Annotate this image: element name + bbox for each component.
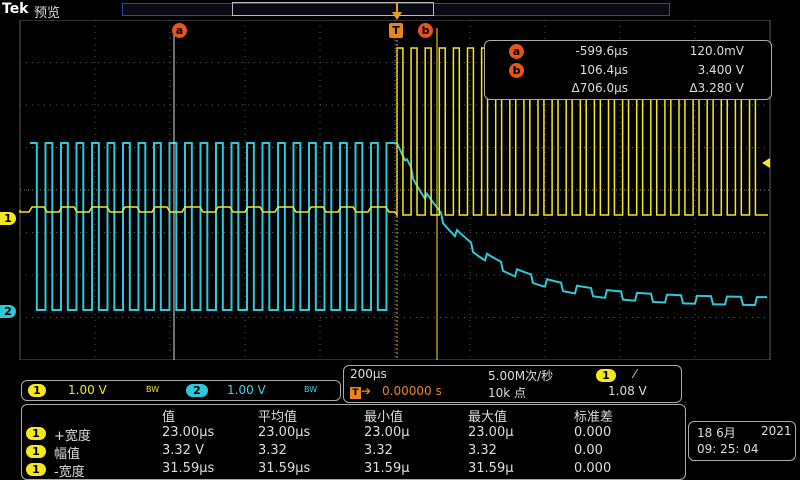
trigger-level[interactable]: 1.08 V [608, 384, 647, 398]
meas-row-1-stddev: 0.000 [574, 425, 612, 440]
channel-2-scale[interactable]: 1.00 V [227, 383, 266, 397]
channel-1-ground-marker[interactable]: 1 [0, 212, 16, 225]
horizontal-scale[interactable]: 200µs [350, 367, 387, 381]
cursor-a-level: 120.0mV [689, 44, 744, 58]
cursor-a-badge[interactable]: a [172, 23, 187, 38]
meas-row-2-value: 3.32 V [162, 443, 204, 458]
meas-row-3-min: 31.59µ [364, 461, 410, 476]
meas-row-2-stddev: 0.00 [574, 443, 603, 458]
trigger-marker-badge: T [389, 23, 403, 38]
trigger-source-badge[interactable]: 1 [596, 369, 616, 382]
trigger-position[interactable]: 0.00000 s [382, 384, 442, 398]
cursor-delta-level: Δ3.280 V [689, 81, 744, 95]
year: 2021 [761, 424, 792, 438]
channel-1-bw-limit: BW [146, 385, 160, 394]
meas-row-2-max: 3.32 [468, 443, 497, 458]
meas-row-2-name[interactable]: 幅值 [54, 443, 80, 462]
meas-row-3-stddev: 0.000 [574, 461, 612, 476]
datetime-panel[interactable]: 18 6月 2021 09: 25: 04 [688, 421, 796, 461]
brand-logo: Tek [2, 1, 29, 17]
acquisition-mode: 预览 [34, 6, 61, 21]
meas-header-min: 最小值 [364, 410, 404, 425]
meas-row-3-max: 31.59µ [468, 461, 514, 476]
meas-row-1-max: 23.00µ [468, 425, 514, 440]
channel-1-scale[interactable]: 1.00 V [68, 383, 107, 397]
cursor-a-time: -599.6µs [575, 44, 628, 58]
date: 18 6月 [697, 426, 736, 440]
meas-row-2-channel: 1 [26, 445, 46, 458]
sample-rate: 5.00M次/秒 [488, 369, 554, 383]
meas-row-3-channel: 1 [26, 463, 46, 476]
cursor-delta-time: Δ706.0µs [571, 81, 628, 95]
channel-2-ground-marker[interactable]: 2 [0, 305, 16, 318]
cursor-b-readout-badge: b [509, 63, 524, 78]
channel-1-badge[interactable]: 1 [28, 384, 46, 397]
meas-header-mean: 平均值 [258, 410, 298, 425]
channel-scale-bar[interactable]: 1 1.00 V BW 2 1.00 V BW [21, 380, 341, 401]
meas-row-2-min: 3.32 [364, 443, 393, 458]
cursor-readout: a -599.6µs 120.0mV b 106.4µs 3.400 V Δ70… [484, 40, 772, 100]
record-length: 10k 点 [488, 386, 527, 400]
meas-header-max: 最大值 [468, 410, 508, 425]
meas-row-1-channel: 1 [26, 427, 46, 440]
meas-row-3-mean: 31.59µs [258, 461, 311, 476]
meas-row-1-mean: 23.00µs [258, 425, 311, 440]
meas-header-stddev: 标准差 [574, 410, 614, 425]
meas-row-3-name[interactable]: -宽度 [54, 461, 85, 480]
timebase-panel[interactable]: 200µs 5.00M次/秒 1 ⁄ T ➔ 0.00000 s 10k 点 1.… [343, 365, 682, 403]
channel-2-badge[interactable]: 2 [186, 384, 208, 397]
meas-row-3-value: 31.59µs [162, 461, 215, 476]
cursor-b-badge[interactable]: b [418, 23, 433, 38]
trigger-marker-arrow [390, 2, 404, 22]
cursor-b-level: 3.400 V [697, 63, 744, 77]
meas-row-2-mean: 3.32 [258, 443, 287, 458]
measurement-panel[interactable]: 值 平均值 最小值 最大值 标准差 1 +宽度 23.00µs 23.00µs … [21, 404, 686, 480]
meas-row-1-min: 23.00µ [364, 425, 410, 440]
cursor-b-time: 106.4µs [579, 63, 628, 77]
trigger-position-icon: T ➔ [350, 384, 371, 399]
channel-2-bw-limit: BW [304, 385, 318, 394]
trigger-slope-icon[interactable]: ⁄ [634, 367, 636, 381]
meas-header-value: 值 [162, 410, 176, 425]
time: 09: 25: 04 [697, 442, 759, 456]
cursor-a-readout-badge: a [509, 44, 524, 59]
meas-row-1-name[interactable]: +宽度 [54, 425, 91, 444]
meas-row-1-value: 23.00µs [162, 425, 215, 440]
